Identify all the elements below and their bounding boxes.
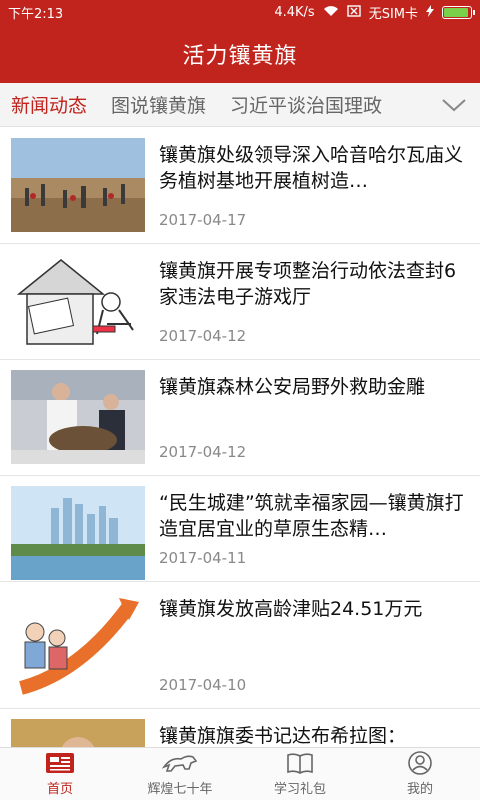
- news-title: 镶黄旗发放高龄津贴24.51万元: [159, 598, 423, 620]
- news-item[interactable]: 镶黄旗发放高龄津贴24.51万元 2017-04-10: [0, 582, 480, 709]
- news-title: 镶黄旗处级领导深入哈音哈尔瓦庙义务植树基地开展植树造…: [159, 144, 464, 190]
- nav-mine[interactable]: 我的: [360, 748, 480, 800]
- network-speed: 4.4K/s: [274, 5, 315, 20]
- tab-xi-governance[interactable]: 习近平谈治国理政: [218, 91, 393, 118]
- news-thumbnail: [11, 254, 145, 348]
- news-date: 2017-04-12: [159, 327, 247, 345]
- news-date: 2017-04-11: [159, 549, 247, 567]
- news-title: 镶黄旗旗委书记达布希拉图：: [159, 725, 407, 747]
- sim-status: 无SIM卡: [368, 7, 418, 22]
- charging-icon: [426, 5, 434, 20]
- news-thumbnail: [11, 370, 145, 464]
- chevron-down-icon: [442, 98, 466, 111]
- expand-tabs-button[interactable]: [428, 83, 480, 126]
- news-date: 2017-04-12: [159, 443, 247, 461]
- nav-home-label: 首页: [46, 782, 73, 797]
- user-icon: [408, 751, 432, 775]
- nav-glory-70-label: 辉煌七十年: [147, 782, 213, 797]
- news-item[interactable]: 镶黄旗处级领导深入哈音哈尔瓦庙义务植树基地开展植树造… 2017-04-17: [0, 128, 480, 244]
- news-title: 镶黄旗森林公安局野外救助金雕: [159, 376, 426, 398]
- news-date: 2017-04-10: [159, 676, 247, 694]
- nav-home[interactable]: 首页: [0, 748, 120, 800]
- status-time: 下午2:13: [8, 7, 64, 22]
- news-thumbnail: [11, 138, 145, 232]
- app-title-bar: 活力镶黄旗: [0, 25, 480, 83]
- app-title: 活力镶黄旗: [182, 44, 298, 69]
- bottom-nav: 首页 辉煌七十年 学习礼包 我的: [0, 747, 480, 800]
- news-title: 镶黄旗开展专项整治行动依法查封6家违法电子游戏厅: [159, 260, 457, 306]
- news-thumbnail: [11, 592, 145, 696]
- category-tabs: 新闻动态 图说镶黄旗 习近平谈治国理政: [0, 83, 480, 127]
- nav-mine-label: 我的: [406, 782, 433, 797]
- news-thumbnail: [11, 486, 145, 580]
- nav-study-pack[interactable]: 学习礼包: [240, 748, 360, 800]
- tab-photo[interactable]: 图说镶黄旗: [99, 91, 218, 118]
- tab-news[interactable]: 新闻动态: [0, 91, 99, 118]
- sim-icon: [346, 5, 361, 20]
- book-icon: [287, 753, 313, 774]
- nav-study-pack-label: 学习礼包: [273, 782, 326, 797]
- newspaper-icon: [46, 753, 74, 773]
- news-item[interactable]: 镶黄旗森林公安局野外救助金雕 2017-04-12: [0, 360, 480, 476]
- status-bar: 下午2:13 4.4K/s 无SIM卡: [0, 0, 480, 25]
- battery-icon: [442, 6, 475, 19]
- news-date: 2017-04-17: [159, 211, 247, 229]
- news-list: 镶黄旗处级领导深入哈音哈尔瓦庙义务植树基地开展植树造… 2017-04-17 镶…: [0, 128, 480, 747]
- news-item[interactable]: 镶黄旗开展专项整治行动依法查封6家违法电子游戏厅 2017-04-12: [0, 244, 480, 360]
- nav-glory-70[interactable]: 辉煌七十年: [120, 748, 240, 800]
- horse-icon: [161, 755, 198, 772]
- news-title: “民生城建”筑就幸福家园—镶黄旗打造宜居宜业的草原生态精…: [159, 492, 464, 538]
- news-thumbnail: [11, 719, 145, 747]
- news-item[interactable]: “民生城建”筑就幸福家园—镶黄旗打造宜居宜业的草原生态精… 2017-04-11: [0, 476, 480, 582]
- news-item[interactable]: 镶黄旗旗委书记达布希拉图：: [0, 709, 480, 747]
- wifi-icon: [323, 5, 339, 20]
